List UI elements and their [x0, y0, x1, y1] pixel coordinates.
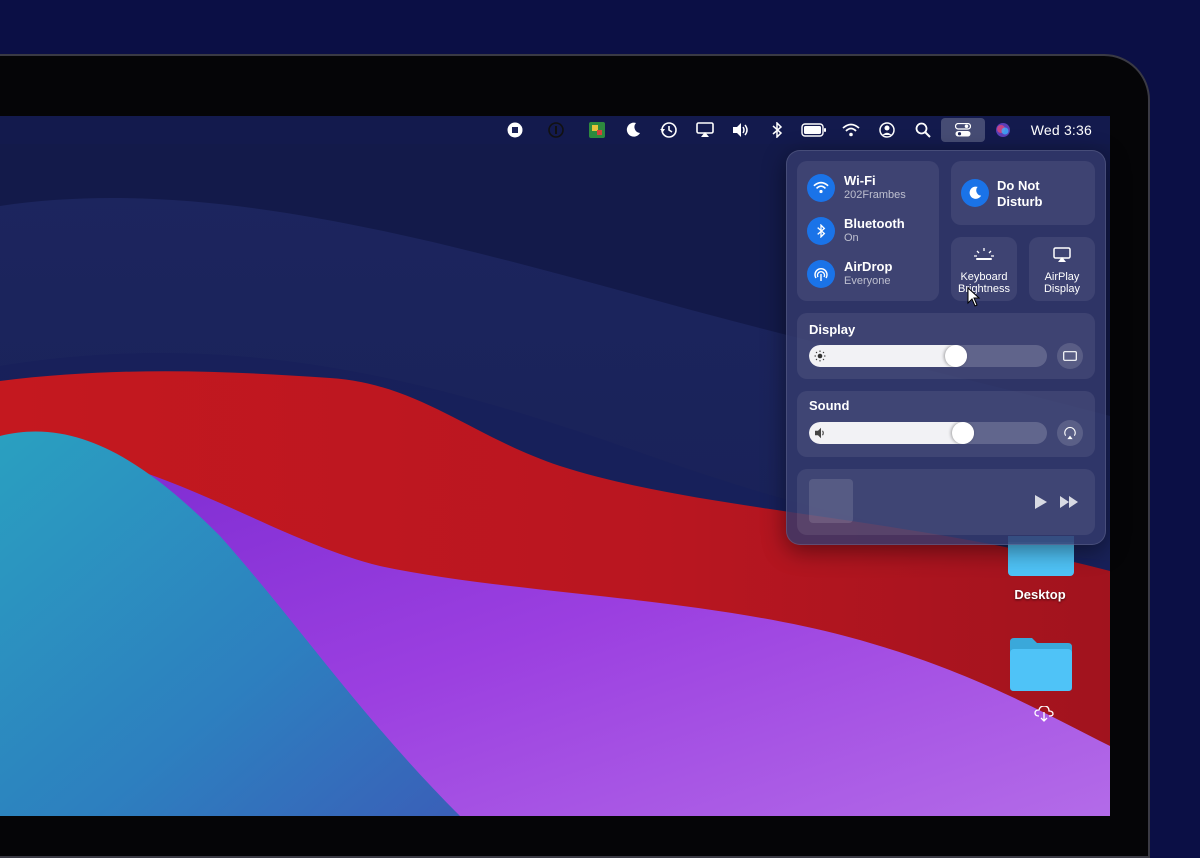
now-playing-tile [797, 469, 1095, 535]
airdrop-control[interactable]: AirDrop Everyone [807, 259, 892, 288]
bluetooth-icon[interactable] [759, 116, 795, 144]
display-tile: Display [797, 313, 1095, 379]
bluetooth-control[interactable]: Bluetooth On [807, 216, 905, 245]
dnd-label-line1: Do Not [997, 178, 1040, 193]
sound-title: Sound [809, 398, 850, 413]
airplay-icon [1053, 247, 1071, 262]
mouse-pointer-icon [967, 287, 981, 307]
wifi-control[interactable]: Wi-Fi 202Frambes [807, 173, 906, 202]
wifi-title: Wi-Fi [844, 173, 876, 188]
keyboard-brightness-icon [974, 248, 994, 260]
stop-record-icon[interactable] [497, 116, 533, 144]
time-machine-icon[interactable] [651, 116, 687, 144]
do-not-disturb-tile[interactable]: Do Not Disturb [951, 161, 1095, 225]
connectivity-tile: Wi-Fi 202Frambes Bluetooth On AirDrop Ev… [797, 161, 939, 301]
menubar-clock[interactable]: Wed 3:36 [1021, 116, 1098, 144]
moon-icon [961, 179, 989, 207]
volume-icon[interactable] [723, 116, 759, 144]
airdrop-icon[interactable] [807, 259, 835, 288]
folder-icon[interactable] [1008, 636, 1074, 692]
display-brightness-slider[interactable] [809, 345, 1047, 367]
airdrop-title: AirDrop [844, 259, 893, 274]
bluetooth-status: On [844, 232, 859, 244]
siri-icon[interactable] [985, 116, 1021, 144]
keyboard-brightness-line1: Keyboard [960, 271, 1008, 283]
display-slider-fill [809, 345, 967, 367]
display-title: Display [809, 322, 856, 337]
app-icon[interactable] [579, 116, 615, 144]
airdrop-status: Everyone [844, 275, 891, 287]
wifi-icon[interactable] [807, 173, 835, 202]
bluetooth-icon[interactable] [807, 216, 835, 245]
fast-forward-icon[interactable] [1059, 495, 1079, 509]
play-icon[interactable] [1034, 494, 1048, 510]
sound-tile: Sound [797, 391, 1095, 457]
airplay-display-line1: AirPlay [1044, 271, 1080, 283]
desktop-folder-label[interactable]: Desktop [995, 587, 1085, 602]
user-icon[interactable] [869, 116, 905, 144]
wifi-icon[interactable] [833, 116, 869, 144]
wifi-network-name: 202Frambes [844, 189, 906, 201]
info-icon[interactable] [533, 116, 579, 144]
menu-bar: Wed 3:36 [0, 116, 1110, 144]
display-settings-button[interactable] [1057, 343, 1083, 369]
dnd-label-line2: Disturb [997, 194, 1043, 209]
display-slider-knob[interactable] [945, 345, 967, 367]
display-icon [1063, 350, 1077, 361]
airplay-display-line2: Display [1043, 283, 1081, 295]
bluetooth-title: Bluetooth [844, 216, 905, 231]
speaker-icon [815, 427, 824, 439]
airplay-display-tile[interactable]: AirPlay Display [1029, 237, 1095, 301]
control-center-icon[interactable] [940, 118, 985, 142]
brightness-sun-icon [814, 350, 826, 362]
keyboard-brightness-tile[interactable]: Keyboard Brightness [951, 237, 1017, 301]
battery-icon[interactable] [795, 116, 833, 144]
control-center-panel: Wi-Fi 202Frambes Bluetooth On AirDrop Ev… [786, 150, 1106, 545]
album-artwork [809, 479, 853, 523]
sound-slider-knob[interactable] [952, 422, 974, 444]
sound-slider-fill [809, 422, 974, 444]
icloud-download-icon [1034, 706, 1054, 722]
moon-icon[interactable] [615, 116, 651, 144]
keyboard-brightness-line2: Brightness [958, 283, 1010, 295]
search-icon[interactable] [905, 116, 941, 144]
airplay-icon[interactable] [687, 116, 723, 144]
sound-volume-slider[interactable] [809, 422, 1047, 444]
airplay-audio-icon [1064, 426, 1076, 440]
airplay-audio-button[interactable] [1057, 420, 1083, 446]
